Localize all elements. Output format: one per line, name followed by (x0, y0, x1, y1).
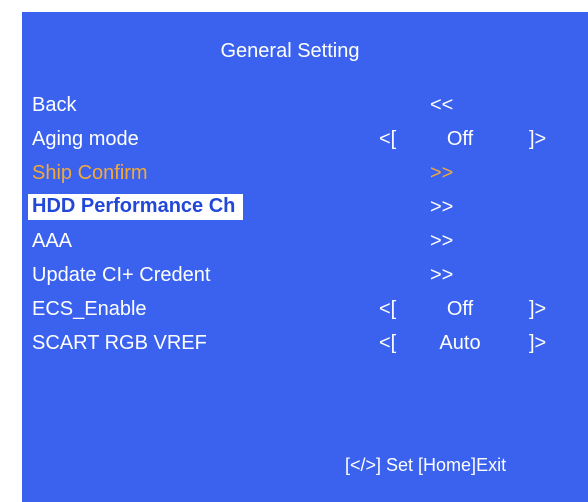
increase-arrow[interactable]: ]> (529, 332, 546, 355)
menu-item-hdd-performance[interactable]: HDD Performance Ch >> (22, 194, 588, 224)
menu-item-label: AAA (32, 230, 73, 252)
decrease-arrow[interactable]: <[ (379, 298, 396, 321)
menu-item-label: Ship Confirm (32, 162, 148, 184)
menu-item-label: Aging mode (32, 128, 139, 150)
menu-item-back[interactable]: Back << (22, 92, 588, 122)
osd-menu-panel: General Setting Back << Aging mode <[ Of… (22, 12, 588, 502)
menu-item-ecs-enable[interactable]: ECS_Enable <[ Off ]> (22, 296, 588, 326)
increase-arrow[interactable]: ]> (529, 298, 546, 321)
increase-arrow[interactable]: ]> (529, 128, 546, 151)
enter-arrow-icon: >> (430, 230, 454, 252)
option-value: Auto (439, 332, 481, 354)
decrease-arrow[interactable]: <[ (379, 332, 396, 355)
option-value: Off (446, 128, 474, 150)
menu-item-label: ECS_Enable (32, 298, 147, 320)
decrease-arrow[interactable]: <[ (379, 128, 396, 151)
menu-item-scart-rgb-vref[interactable]: SCART RGB VREF <[ Auto ]> (22, 330, 588, 360)
option-value: Off (446, 298, 474, 320)
menu-item-ship-confirm[interactable]: Ship Confirm >> (22, 160, 588, 190)
menu-item-aaa[interactable]: AAA >> (22, 228, 588, 258)
back-arrow-icon: << (430, 94, 454, 116)
menu-item-aging-mode[interactable]: Aging mode <[ Off ]> (22, 126, 588, 156)
menu-item-update-ci-credent[interactable]: Update CI+ Credent >> (22, 262, 588, 292)
key-hint-footer: [</>] Set [Home]Exit (345, 455, 507, 475)
menu-item-label: SCART RGB VREF (32, 332, 207, 354)
enter-arrow-icon: >> (430, 162, 454, 184)
menu-title: General Setting (220, 40, 360, 62)
menu-item-label: Back (32, 94, 77, 116)
menu-item-label-selected: HDD Performance Ch (28, 194, 244, 220)
menu-item-label: Update CI+ Credent (32, 264, 211, 286)
enter-arrow-icon: >> (430, 264, 454, 286)
enter-arrow-icon: >> (430, 196, 454, 218)
